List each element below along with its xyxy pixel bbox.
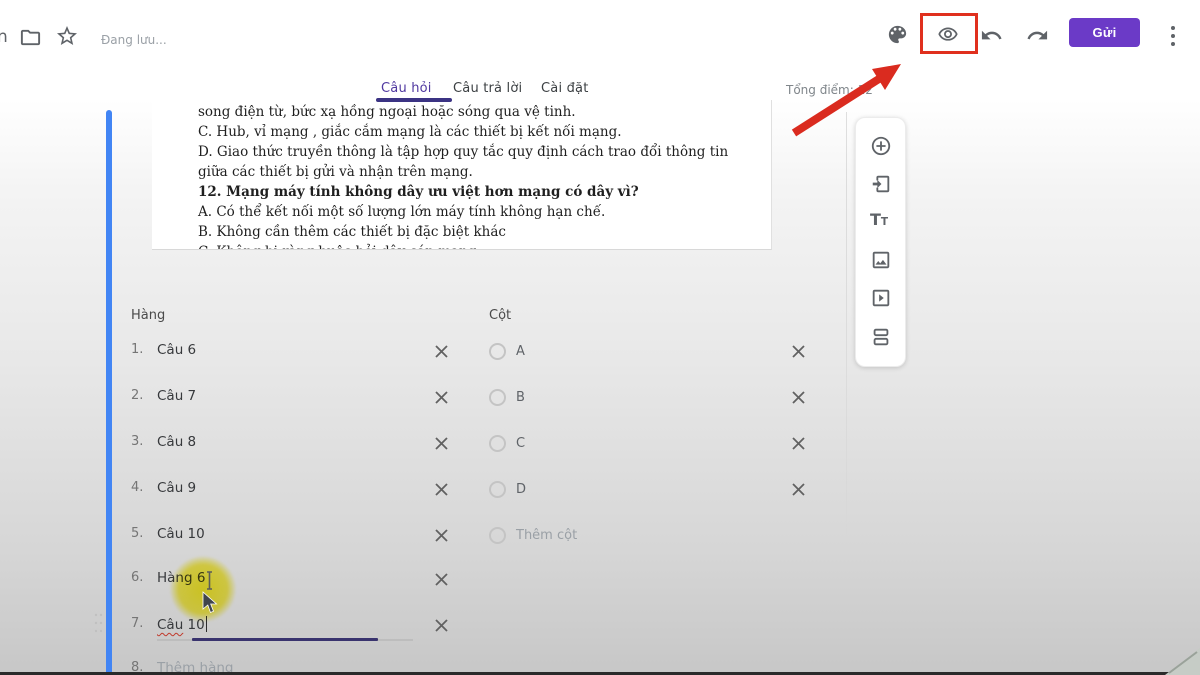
ibeam-cursor [207,572,212,589]
annotation-box-eye [920,13,978,54]
redo-icon[interactable] [1026,24,1049,47]
cursor-overlay [0,0,1200,675]
kebab-menu-icon[interactable] [1166,23,1180,49]
saving-status: Đang lưu... [101,33,167,47]
tab-questions[interactable]: Câu hỏi [381,81,432,96]
total-points-label: Tổng điểm: [786,83,854,97]
corner-watermark [1155,640,1200,675]
palette-icon[interactable] [886,23,909,46]
tab-settings[interactable]: Cài đặt [541,81,589,96]
folder-icon[interactable] [19,26,42,49]
form-title-fragment: n [0,27,8,47]
send-button[interactable]: Gửi [1069,18,1140,47]
total-points: Tổng điểm: 12 [786,83,873,97]
total-points-value: 12 [858,83,873,97]
undo-icon[interactable] [980,24,1003,47]
tab-responses[interactable]: Câu trả lời [453,81,522,96]
top-app-bar: n Đang lưu... Gửi Câu hỏi Câu trả lời Cà… [0,0,1200,100]
star-icon[interactable] [55,24,79,48]
mouse-pointer [203,592,217,613]
active-tab-indicator [376,98,452,102]
